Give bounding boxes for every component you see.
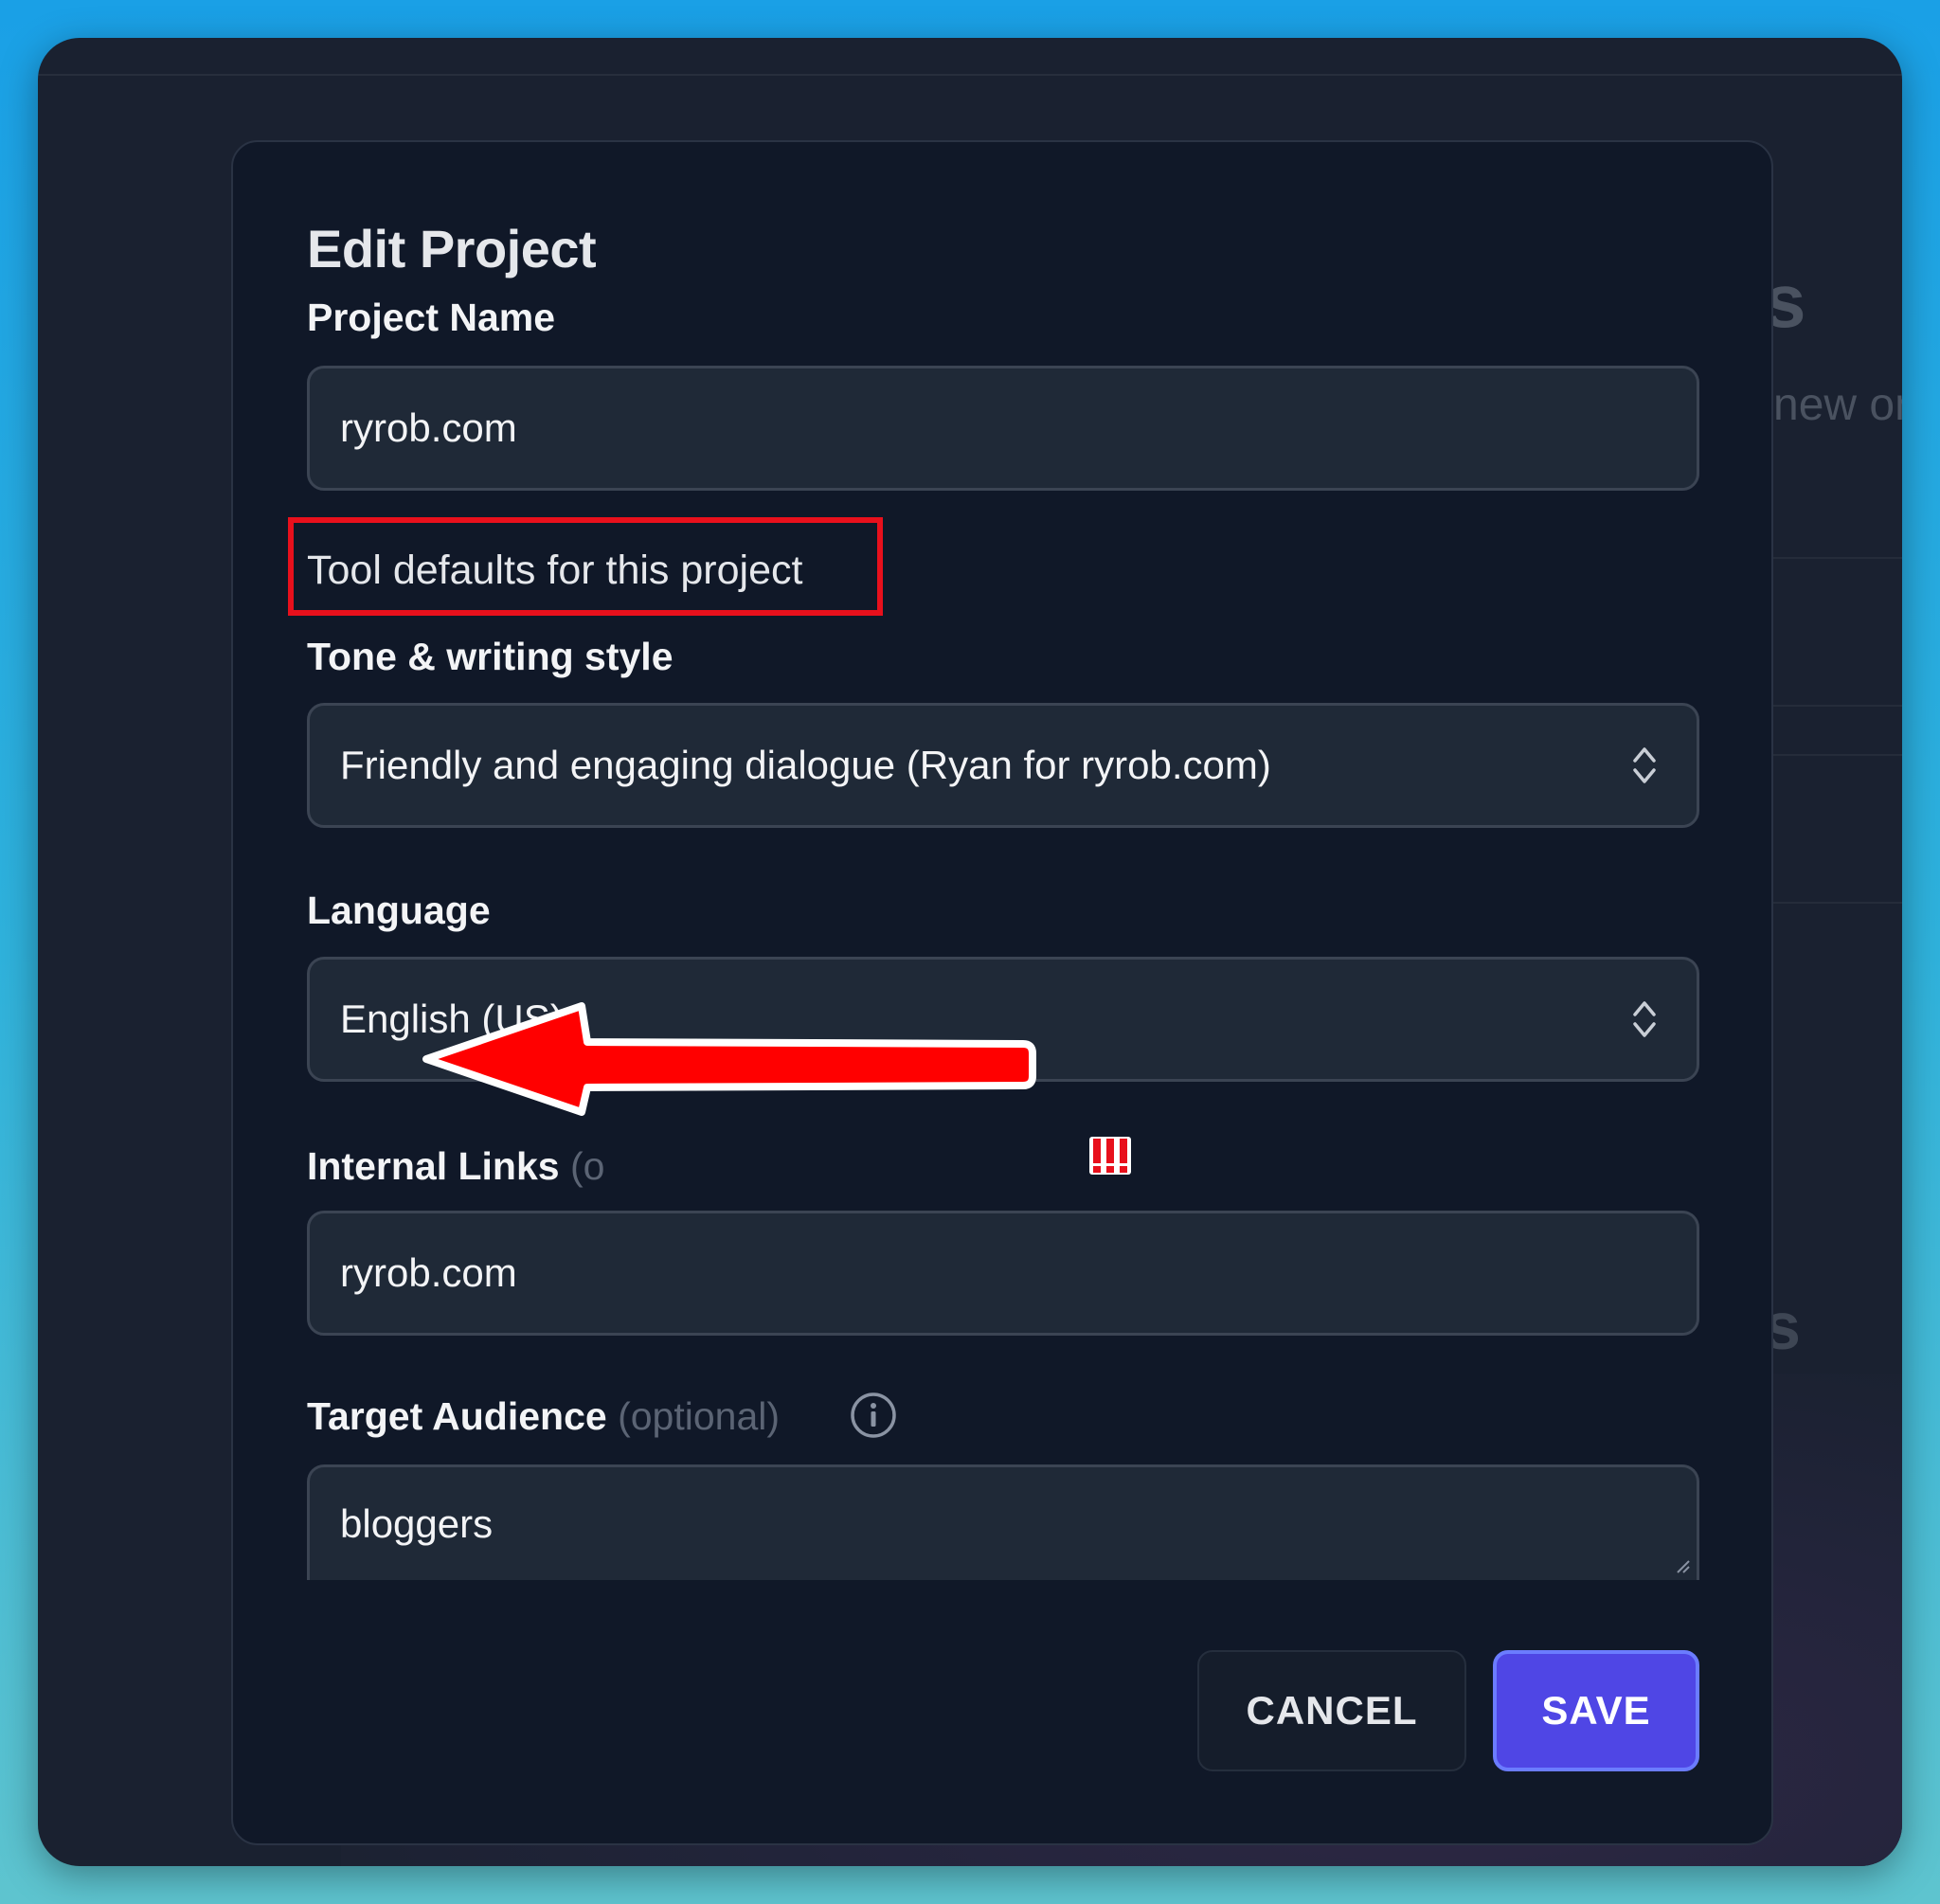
resize-handle-icon[interactable] <box>1674 1557 1691 1574</box>
background-divider <box>1773 902 1902 904</box>
background-top-divider <box>38 74 1902 76</box>
app-window: s new on s Edit Project Project Name ryr… <box>38 38 1902 1866</box>
target-audience-label: Target Audience (optional) <box>307 1394 780 1439</box>
highlight-annotation-box <box>288 517 883 616</box>
internal-links-label-text: Internal Links <box>307 1144 560 1188</box>
save-button[interactable]: SAVE <box>1493 1650 1699 1771</box>
tone-selected-value: Friendly and engaging dialogue (Ryan for… <box>340 743 1271 787</box>
target-audience-label-text: Target Audience <box>307 1394 607 1438</box>
background-subtext-fragment: new on <box>1773 380 1902 430</box>
internal-links-value: ryrob.com <box>340 1250 517 1295</box>
tone-select[interactable]: Friendly and engaging dialogue (Ryan for… <box>307 703 1699 828</box>
project-name-value: ryrob.com <box>340 405 517 450</box>
target-audience-textarea[interactable]: bloggers <box>307 1464 1699 1580</box>
target-audience-value: bloggers <box>340 1500 494 1546</box>
internal-links-optional-text: (o <box>569 1144 605 1188</box>
internal-links-input[interactable]: ryrob.com <box>307 1211 1699 1336</box>
language-label: Language <box>307 889 491 932</box>
chevron-up-down-icon <box>1633 1001 1656 1037</box>
dialog-title: Edit Project <box>307 219 597 278</box>
edit-project-dialog: Edit Project Project Name ryrob.com Tool… <box>231 140 1773 1845</box>
project-name-label: Project Name <box>307 296 556 339</box>
tone-label: Tone & writing style <box>307 635 674 678</box>
exclamation-annotation-icon <box>1089 1137 1131 1175</box>
target-audience-optional-text: (optional) <box>618 1394 781 1438</box>
project-name-input[interactable]: ryrob.com <box>307 366 1699 491</box>
red-arrow-annotation <box>422 1002 1036 1116</box>
background-divider <box>1773 754 1902 756</box>
background-divider <box>1773 705 1902 707</box>
internal-links-label: Internal Links (o <box>307 1144 604 1189</box>
info-icon[interactable] <box>849 1391 898 1440</box>
cancel-button[interactable]: CANCEL <box>1197 1650 1466 1771</box>
chevron-up-down-icon <box>1633 747 1656 783</box>
background-divider <box>1773 557 1902 559</box>
